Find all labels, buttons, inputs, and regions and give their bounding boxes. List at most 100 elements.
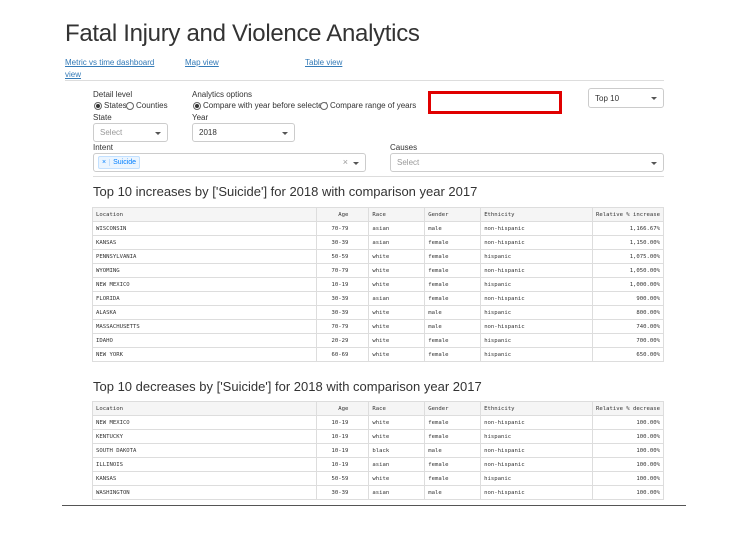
table-cell: KENTUCKY xyxy=(91,429,318,444)
table-cell: KANSAS xyxy=(91,235,318,250)
decreases-heading: Top 10 decreases by ['Suicide'] for 2018… xyxy=(93,379,482,394)
highlighted-input[interactable] xyxy=(428,91,562,114)
table-cell: non-hispanic xyxy=(480,319,593,334)
analytics-options-label: Analytics options xyxy=(192,90,253,99)
table-cell: ALASKA xyxy=(91,305,318,320)
table-cell: non-hispanic xyxy=(480,457,593,472)
table-cell: MASSACHUSETTS xyxy=(91,319,318,334)
table-cell: 70-79 xyxy=(316,319,370,334)
tag-remove-icon[interactable]: × xyxy=(99,159,111,166)
column-header: Race xyxy=(368,401,426,416)
table-cell: 10-19 xyxy=(316,429,370,444)
radio-counties-indicator[interactable] xyxy=(126,101,134,110)
top-n-value: Top 10 xyxy=(595,93,620,103)
column-header: Age xyxy=(316,207,370,222)
chevron-down-icon xyxy=(155,131,161,135)
column-header: Race xyxy=(368,207,426,222)
radio-states[interactable]: States xyxy=(94,101,127,110)
column-header: Gender xyxy=(424,401,482,416)
table-row: MASSACHUSETTS 70-79 white male non-hispanic 7… xyxy=(91,319,665,334)
table-cell: 740.00% xyxy=(591,319,665,334)
chevron-down-icon xyxy=(282,131,288,135)
table-row: ALASKA 30-39 white male hispanic 800.00% xyxy=(91,305,665,320)
table-cell: asian xyxy=(368,221,426,236)
table-cell: female xyxy=(424,277,482,292)
table-cell: male xyxy=(424,443,482,458)
table-cell: non-hispanic xyxy=(480,443,593,458)
table-cell: 1,075.00% xyxy=(591,249,665,264)
table-cell: WYOMING xyxy=(91,263,318,278)
radio-compare-range-indicator[interactable] xyxy=(320,101,328,110)
intent-label: Intent xyxy=(93,143,114,152)
column-header: Location xyxy=(91,207,318,222)
table-row: IDAHO 20-29 white female hispanic 700.00% xyxy=(91,333,665,348)
table-cell: female xyxy=(424,457,482,472)
table-row: ILLINOIS 10-19 asian female non-hispanic 100.… xyxy=(91,457,665,472)
radio-states-label: States xyxy=(104,101,127,110)
table-cell: KANSAS xyxy=(91,471,318,486)
table-cell: non-hispanic xyxy=(480,221,593,236)
table-cell: FLORIDA xyxy=(91,291,318,306)
nav-link-map[interactable]: Map view xyxy=(185,58,219,67)
column-header: Relative % increase xyxy=(591,207,665,222)
table-cell: 70-79 xyxy=(316,263,370,278)
clear-icon[interactable]: × xyxy=(343,157,348,167)
table-cell: NEW MEXICO xyxy=(91,415,318,430)
table-cell: non-hispanic xyxy=(480,485,593,500)
nav-link-table[interactable]: Table view xyxy=(305,58,342,67)
table-cell: 100.00% xyxy=(591,443,665,458)
table-cell: 60-69 xyxy=(316,347,370,362)
column-header: Gender xyxy=(424,207,482,222)
intent-multiselect[interactable]: × Suicide × xyxy=(93,153,366,172)
intent-tag-label: Suicide xyxy=(113,159,137,166)
nav-link-dashboard[interactable]: Metric vs time dashboard xyxy=(65,58,154,67)
column-header: Location xyxy=(91,401,318,416)
chevron-down-icon xyxy=(353,161,359,165)
column-header: Ethnicity xyxy=(480,207,593,222)
year-value: 2018 xyxy=(199,128,217,137)
table-cell: 100.00% xyxy=(591,429,665,444)
table-cell: white xyxy=(368,415,426,430)
table-cell: 100.00% xyxy=(591,485,665,500)
nav-link-dashboard-cont[interactable]: view xyxy=(65,70,81,79)
top-n-select[interactable]: Top 10 xyxy=(588,88,664,108)
year-select[interactable]: 2018 xyxy=(192,123,295,142)
table-cell: male xyxy=(424,305,482,320)
table-cell: asian xyxy=(368,485,426,500)
state-select[interactable]: Select xyxy=(93,123,168,142)
decreases-table: Location Age Race Gender Ethnicity Relative %… xyxy=(91,401,665,500)
radio-states-indicator[interactable] xyxy=(94,101,102,110)
table-row: KENTUCKY 10-19 white female hispanic 100.00% xyxy=(91,429,665,444)
table-cell: hispanic xyxy=(480,471,593,486)
table-row: WYOMING 70-79 white female non-hispanic 1,050… xyxy=(91,263,665,278)
table-row: KANSAS 30-39 asian female non-hispanic 1,150.… xyxy=(91,235,665,250)
table-cell: hispanic xyxy=(480,347,593,362)
table-row: FLORIDA 30-39 asian female non-hispanic 900.0… xyxy=(91,291,665,306)
causes-select[interactable]: Select xyxy=(390,153,664,172)
radio-compare-prev-indicator[interactable] xyxy=(193,101,201,110)
table-row: WASHINGTON 30-39 asian male non-hispanic 100.… xyxy=(91,485,665,500)
table-cell: non-hispanic xyxy=(480,291,593,306)
radio-compare-range[interactable]: Compare range of years xyxy=(320,101,416,110)
chevron-down-icon xyxy=(651,161,657,165)
table-cell: asian xyxy=(368,457,426,472)
table-cell: white xyxy=(368,263,426,278)
radio-counties[interactable]: Counties xyxy=(126,101,168,110)
table-cell: ILLINOIS xyxy=(91,457,318,472)
table-row: NEW MEXICO 10-19 white female hispanic 1,000.… xyxy=(91,277,665,292)
table-cell: white xyxy=(368,347,426,362)
table-cell: IDAHO xyxy=(91,333,318,348)
table-cell: 700.00% xyxy=(591,333,665,348)
table-cell: 50-59 xyxy=(316,471,370,486)
table-cell: female xyxy=(424,415,482,430)
table-cell: 30-39 xyxy=(316,485,370,500)
table-cell: male xyxy=(424,485,482,500)
table-cell: asian xyxy=(368,291,426,306)
table-cell: 1,150.00% xyxy=(591,235,665,250)
radio-compare-prev-year[interactable]: Compare with year before selected xyxy=(193,101,327,110)
table-cell: female xyxy=(424,235,482,250)
table-cell: white xyxy=(368,305,426,320)
table-cell: white xyxy=(368,277,426,292)
table-cell: WISCONSIN xyxy=(91,221,318,236)
chevron-down-icon xyxy=(651,97,657,100)
